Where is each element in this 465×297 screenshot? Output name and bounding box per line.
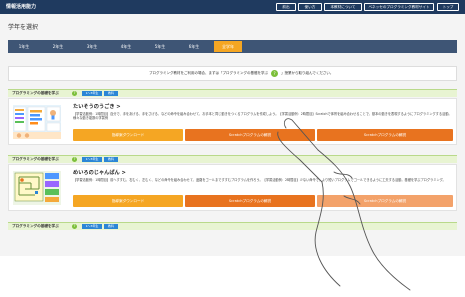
help-icon[interactable]: ? [72, 157, 77, 162]
scratch-explain-button-2[interactable]: Scratchプログラムの解説 [317, 195, 453, 207]
help-icon[interactable]: ? [72, 91, 77, 96]
grade-tag: 1〜3年生 [82, 224, 102, 229]
section-header: プログラミングの基礎を学ぶ ? 1〜3年生 教科 [8, 222, 457, 230]
section-title: 学年を選択 [8, 24, 39, 31]
help-icon[interactable]: ? [72, 224, 77, 229]
subject-tag: 教科 [104, 157, 118, 162]
lesson-description: 【学習活動例：1時間目】前へすすむ、右むく、左むく、などの命令を組み合わせて、迷… [73, 178, 446, 182]
grade-tag: 1〜3年生 [82, 157, 102, 162]
tab-grade-1[interactable]: 1年生 [10, 41, 38, 52]
notice-box: プログラミング教材をご利用の場合、まずは「プログラミングの基礎を学ぶ ? 」授業… [8, 66, 457, 81]
lesson-thumbnail[interactable] [13, 171, 61, 205]
tab-grade-6[interactable]: 6年生 [180, 41, 208, 52]
app-window: 情報活用能力 前出 使い方 本教材について ベネッセのプログラミング教材サイト … [0, 0, 465, 256]
lesson-title[interactable]: たいそうのうごき > [73, 103, 121, 110]
download-plan-button[interactable]: 指導案ダウンロード [73, 195, 183, 207]
subject-tag: 教科 [104, 224, 118, 229]
notice-text: プログラミング教材をご利用の場合、まずは「プログラミングの基礎を学ぶ [149, 71, 268, 75]
tab-all-grades[interactable]: 全学年 [214, 41, 242, 52]
section-label: プログラミングの基礎を学ぶ [12, 91, 59, 95]
scratch-explain-button[interactable]: Scratchプログラムの解説 [185, 195, 315, 207]
help-icon[interactable]: ? [271, 70, 278, 77]
tab-grade-3[interactable]: 3年生 [78, 41, 106, 52]
lesson-card: めいろのじゃんぱん > 【学習活動例：1時間目】前へすすむ、右むく、左むく、など… [8, 164, 457, 211]
subject-tag: 教科 [104, 91, 118, 96]
maze-screenshot-image [13, 171, 61, 205]
tab-grade-4[interactable]: 4年生 [112, 41, 140, 52]
section-label: プログラミングの基礎を学ぶ [12, 224, 59, 228]
lesson-card: たいそうのうごき > 【学習活動例：1時間目】自分で、手をあげる、手をさげる、な… [8, 98, 457, 145]
app-title: 情報活用能力 [6, 4, 37, 10]
scratch-screenshot-image [13, 105, 61, 139]
scratch-explain-button[interactable]: Scratchプログラムの解説 [185, 129, 315, 141]
lesson-description: 【学習活動例：1時間目】自分で、手をあげる、手をさげる、などの命令を組み合わせて… [73, 112, 452, 121]
header-bar: 情報活用能力 前出 使い方 本教材について ベネッセのプログラミング教材サイト … [0, 0, 465, 14]
section-header: プログラミングの基礎を学ぶ ? 1〜3年生 教科 [8, 155, 457, 163]
grade-tabs: 1年生 2年生 3年生 4年生 5年生 6年生 全学年 [8, 40, 457, 53]
section-label: プログラミングの基礎を学ぶ [12, 157, 59, 161]
header-howto-button[interactable]: 使い方 [298, 3, 322, 11]
download-plan-button[interactable]: 指導案ダウンロード [73, 129, 183, 141]
section-header: プログラミングの基礎を学ぶ ? 1〜3年生 教科 [8, 89, 457, 97]
header-site-button[interactable]: ベネッセのプログラミング教材サイト [364, 3, 434, 11]
grade-tag: 1〜3年生 [82, 91, 102, 96]
header-about-button[interactable]: 本教材について [324, 3, 362, 11]
scratch-explain-button-2[interactable]: Scratchプログラムの解説 [317, 129, 453, 141]
tab-grade-5[interactable]: 5年生 [146, 41, 174, 52]
header-back-button[interactable]: 前出 [276, 3, 296, 11]
lesson-title[interactable]: めいろのじゃんぱん > [73, 169, 126, 176]
tab-grade-2[interactable]: 2年生 [44, 41, 72, 52]
header-top-button[interactable]: トップ [437, 3, 459, 11]
lesson-thumbnail[interactable] [13, 105, 61, 139]
notice-text-after: 」授業から取り組んでください。 [281, 71, 334, 75]
